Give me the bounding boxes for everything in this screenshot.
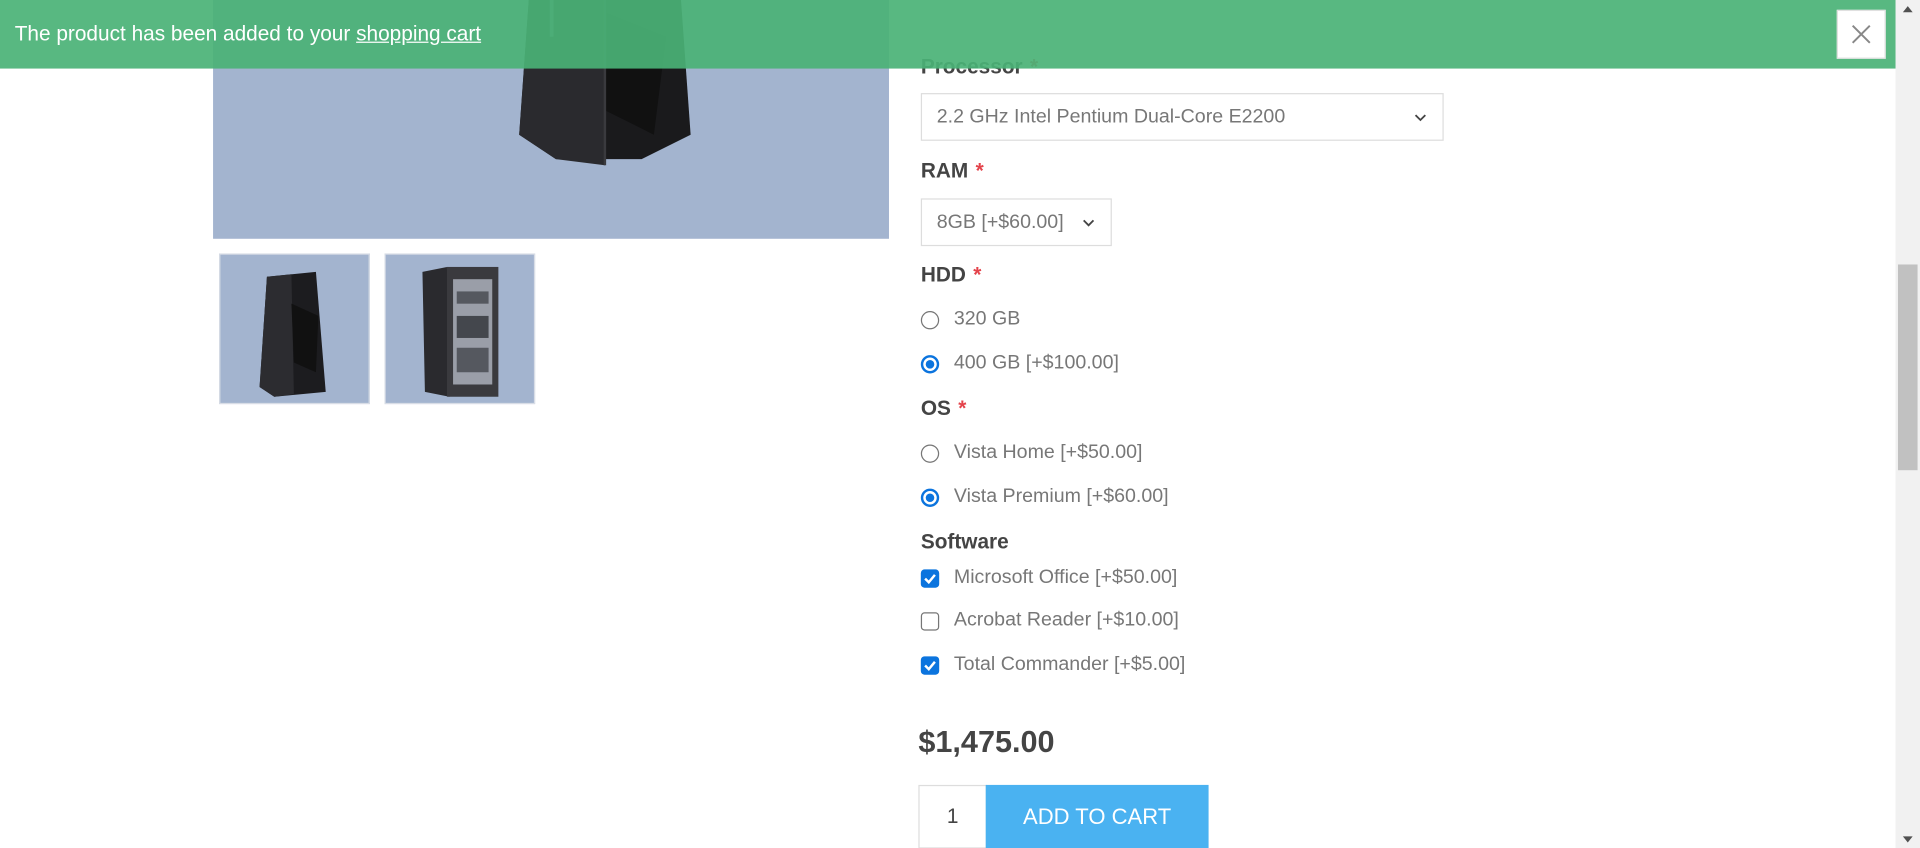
radio-button-selected[interactable]: [920, 487, 940, 507]
shopping-cart-link[interactable]: shopping cart: [356, 22, 481, 45]
notification-message: The product has been added to your shopp…: [14, 22, 482, 46]
processor-selected-value: 2.2 GHz Intel Pentium Dual-Core E2200: [936, 105, 1286, 127]
product-thumbnail-1[interactable]: [219, 253, 370, 405]
ram-select[interactable]: 8GB [+$60.00]: [920, 198, 1112, 247]
software-option-total-commander[interactable]: Total Commander [+$5.00]: [920, 654, 1185, 676]
product-thumbnail-2[interactable]: [384, 253, 536, 405]
os-option-vista-premium[interactable]: Vista Premium [+$60.00]: [920, 486, 1169, 508]
checkmark-icon: [924, 660, 936, 671]
vertical-scrollbar[interactable]: [1895, 0, 1920, 848]
checkmark-icon: [924, 573, 936, 584]
radio-button[interactable]: [920, 443, 940, 463]
scrollbar-thumb[interactable]: [1897, 264, 1918, 471]
close-icon: [1851, 25, 1871, 44]
checkbox-checked[interactable]: [920, 655, 940, 675]
software-option-acrobat-reader[interactable]: Acrobat Reader [+$10.00]: [920, 610, 1179, 632]
hdd-option-400gb[interactable]: 400 GB [+$100.00]: [920, 353, 1119, 375]
scroll-up-arrow-icon[interactable]: [1896, 0, 1920, 20]
product-price: $1,475.00: [918, 724, 1055, 760]
processor-select[interactable]: 2.2 GHz Intel Pentium Dual-Core E2200: [920, 93, 1444, 141]
software-label: Software: [920, 530, 1009, 554]
quantity-input[interactable]: [918, 784, 987, 848]
radio-button-selected[interactable]: [920, 354, 940, 373]
chevron-down-icon: [1414, 113, 1426, 121]
os-label: OS *: [920, 396, 967, 421]
success-notification-bar: The product has been added to your shopp…: [0, 0, 1896, 69]
radio-button[interactable]: [920, 310, 940, 329]
scroll-down-arrow-icon[interactable]: [1896, 829, 1920, 848]
chevron-down-icon: [1083, 219, 1095, 226]
page: The product has been added to your shopp…: [0, 0, 1920, 848]
os-option-vista-home[interactable]: Vista Home [+$50.00]: [920, 442, 1142, 464]
hdd-option-320gb[interactable]: 320 GB: [920, 309, 1020, 331]
checkbox-checked[interactable]: [920, 568, 940, 588]
close-notification-button[interactable]: [1836, 9, 1886, 59]
ram-selected-value: 8GB [+$60.00]: [936, 211, 1064, 233]
ram-label: RAM *: [920, 159, 984, 183]
software-option-microsoft-office[interactable]: Microsoft Office [+$50.00]: [920, 567, 1177, 589]
server-front-icon: [259, 271, 326, 397]
hdd-label: HDD *: [920, 263, 982, 287]
add-to-cart-button[interactable]: ADD TO CART: [985, 784, 1209, 848]
server-open-icon: [422, 266, 499, 397]
checkbox[interactable]: [920, 611, 940, 631]
